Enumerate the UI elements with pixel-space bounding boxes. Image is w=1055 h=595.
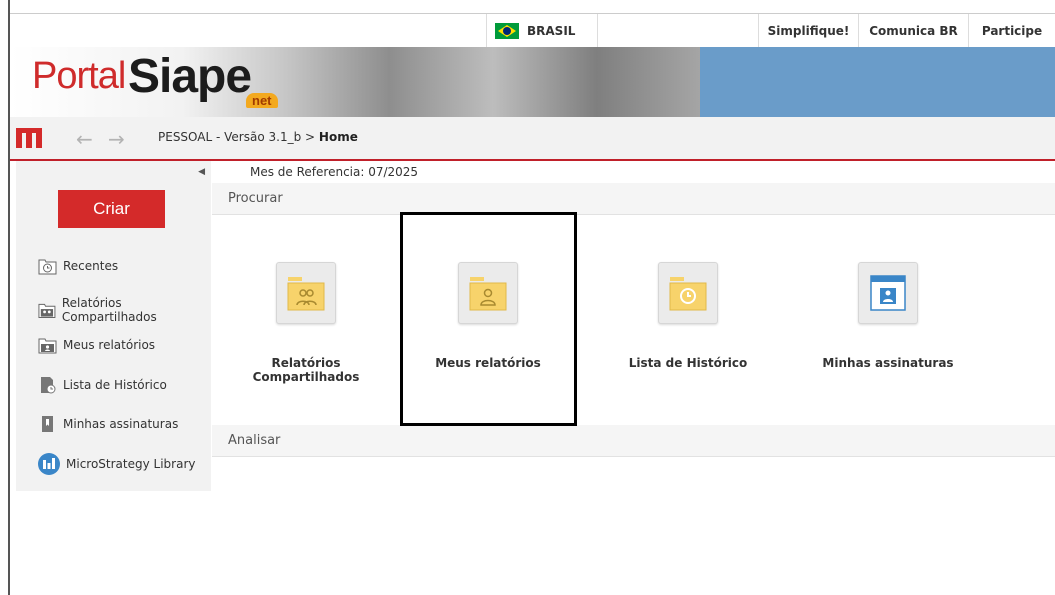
sidebar-item-relatorios-compartilhados[interactable]: Relatórios Compartilhados — [38, 296, 211, 324]
library-icon — [38, 453, 60, 475]
tile-label: Lista de Histórico — [628, 356, 748, 370]
breadcrumb: PESSOAL - Versão 3.1_b > Home — [158, 130, 358, 144]
sidebar-item-label: Minhas assinaturas — [63, 417, 179, 431]
sidebar-item-recentes[interactable]: Recentes — [38, 257, 118, 275]
collapse-sidebar-icon[interactable]: ◀ — [198, 167, 205, 177]
history-doc-icon — [41, 377, 56, 394]
gov-top-bar: BRASIL Simplifique! Comunica BR Particip… — [10, 13, 1055, 49]
sidebar-item-label: Relatórios Compartilhados — [61, 296, 157, 324]
tile-icon-box — [658, 262, 718, 324]
brasil-link[interactable]: BRASIL — [486, 14, 598, 48]
sidebar-item-microstrategy-library[interactable]: MicroStrategy Library — [38, 453, 196, 475]
tile-relatorios-compartilhados[interactable]: Relatórios Compartilhados — [230, 262, 382, 384]
breadcrumb-separator: > — [305, 130, 316, 144]
shared-folder-icon — [287, 277, 325, 311]
user-folder-icon — [38, 338, 57, 354]
tile-label: Relatórios Compartilhados — [252, 356, 360, 384]
logo-net-badge: net — [246, 93, 278, 108]
tile-icon-box — [858, 262, 918, 324]
criar-button[interactable]: Criar — [58, 190, 165, 228]
subscription-icon — [870, 275, 906, 311]
app-nav-bar: ← → PESSOAL - Versão 3.1_b > Home — [10, 117, 1055, 161]
link-simplifique[interactable]: Simplifique! — [758, 14, 858, 48]
brasil-label: BRASIL — [527, 24, 576, 38]
clock-folder-icon — [38, 259, 57, 275]
sidebar-item-meus-relatorios[interactable]: Meus relatórios — [38, 336, 155, 354]
tile-label: Minhas assinaturas — [822, 356, 954, 370]
logo-portal-text: Portal — [32, 55, 126, 97]
section-analisar: Analisar — [212, 425, 1055, 457]
sidebar-item-label: MicroStrategy Library — [66, 457, 196, 471]
tile-icon-box — [276, 262, 336, 324]
breadcrumb-module[interactable]: PESSOAL - Versão 3.1_b — [158, 130, 301, 144]
sidebar-item-label: Lista de Histórico — [63, 378, 167, 392]
sidebar-item-label: Recentes — [63, 259, 119, 273]
left-sidebar: ◀ Criar Recentes Relatórios Compartilhad… — [16, 161, 211, 491]
link-participe[interactable]: Participe — [968, 14, 1055, 48]
sidebar-item-lista-de-historico[interactable]: Lista de Histórico — [38, 376, 167, 394]
shared-folder-icon — [38, 303, 56, 318]
sidebar-item-minhas-assinaturas[interactable]: Minhas assinaturas — [38, 415, 178, 433]
link-comunica-br[interactable]: Comunica BR — [858, 14, 968, 48]
selection-highlight-box — [400, 212, 577, 426]
breadcrumb-current: Home — [318, 130, 358, 144]
sidebar-item-label: Meus relatórios — [63, 338, 156, 352]
reference-month: Mes de Referencia: 07/2025 — [250, 165, 419, 179]
tile-lista-de-historico[interactable]: Lista de Histórico — [612, 262, 764, 370]
brazil-flag-icon — [495, 23, 519, 39]
back-arrow-icon[interactable]: ← — [76, 127, 93, 151]
section-procurar: Procurar — [212, 183, 1055, 215]
logo-siape-text: Siape — [128, 50, 252, 103]
portal-banner: Portal Siape net — [10, 47, 1055, 117]
microstrategy-m-logo-icon[interactable] — [16, 124, 42, 150]
forward-arrow-icon[interactable]: → — [108, 127, 125, 151]
bookmark-icon — [42, 416, 53, 432]
tile-minhas-assinaturas[interactable]: Minhas assinaturas — [812, 262, 964, 370]
history-folder-icon — [669, 277, 707, 311]
